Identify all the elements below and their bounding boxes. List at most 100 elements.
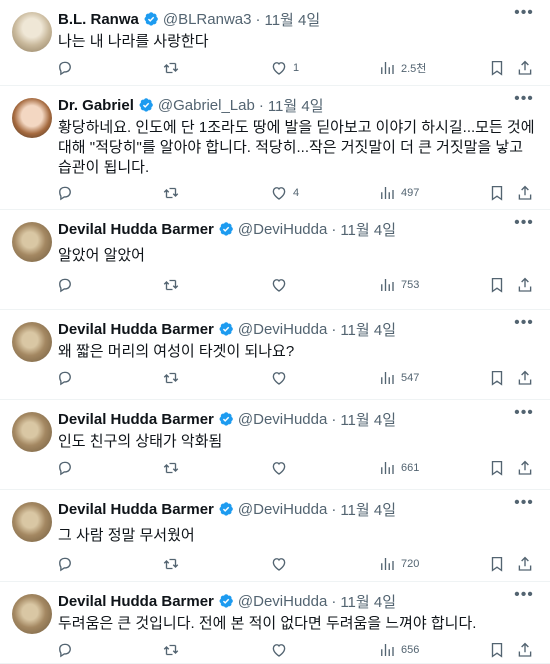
tweet-date[interactable]: 11월 4일: [340, 499, 396, 520]
retweet-button[interactable]: [162, 275, 185, 295]
tweet-date[interactable]: 11월 4일: [340, 409, 396, 430]
more-icon[interactable]: •••: [514, 405, 534, 426]
share-button[interactable]: [516, 554, 534, 574]
tweet-header: Devilal Hudda Barmer @DeviHudda · 11월 4일: [58, 319, 396, 340]
like-button[interactable]: [270, 640, 293, 660]
more-icon[interactable]: •••: [514, 91, 534, 112]
author-name[interactable]: B.L. Ranwa: [58, 11, 139, 28]
like-count: 1: [293, 62, 300, 74]
like-button[interactable]: [270, 368, 293, 388]
avatar[interactable]: [12, 594, 52, 634]
views-icon: [381, 558, 394, 570]
tweet-date[interactable]: 11월 4일: [264, 9, 320, 30]
share-button[interactable]: [516, 640, 534, 660]
views-button[interactable]: 753: [378, 275, 419, 295]
like-button[interactable]: 4: [270, 183, 299, 203]
tweet-date[interactable]: 11월 4일: [340, 591, 396, 612]
reply-button[interactable]: [56, 554, 79, 574]
views-button[interactable]: 497: [378, 183, 419, 203]
reply-button[interactable]: [56, 640, 79, 660]
more-icon[interactable]: •••: [514, 587, 534, 608]
separator-dot: ·: [331, 500, 337, 518]
author-name[interactable]: Devilal Hudda Barmer: [58, 221, 214, 238]
tweet-date[interactable]: 11월 4일: [268, 95, 324, 116]
views-button[interactable]: 547: [378, 368, 419, 388]
more-icon[interactable]: •••: [514, 315, 534, 336]
author-name[interactable]: Devilal Hudda Barmer: [58, 321, 214, 338]
like-button[interactable]: [270, 275, 293, 295]
tweet[interactable]: B.L. Ranwa @BLRanwa3 · 11월 4일 ••• 나는 내 나…: [0, 0, 550, 86]
author-handle[interactable]: @DeviHudda: [238, 321, 327, 338]
bookmark-button[interactable]: [488, 554, 506, 574]
views-button[interactable]: 656: [378, 640, 419, 660]
share-button[interactable]: [516, 58, 534, 78]
verified-badge-icon: [218, 501, 234, 517]
share-button[interactable]: [516, 275, 534, 295]
author-name[interactable]: Dr. Gabriel: [58, 97, 134, 114]
like-count: 4: [293, 187, 300, 199]
retweet-button[interactable]: [162, 368, 185, 388]
views-button[interactable]: 720: [378, 554, 419, 574]
avatar[interactable]: [12, 412, 52, 452]
author-handle[interactable]: @DeviHudda: [238, 411, 327, 428]
verified-badge-icon: [218, 593, 234, 609]
more-icon[interactable]: •••: [514, 215, 534, 236]
tweet[interactable]: Devilal Hudda Barmer @DeviHudda · 11월 4일…: [0, 582, 550, 664]
avatar[interactable]: [12, 222, 52, 262]
views-icon: [381, 644, 394, 656]
tweet[interactable]: Devilal Hudda Barmer @DeviHudda · 11월 4일…: [0, 400, 550, 490]
like-icon: [272, 644, 286, 657]
author-handle[interactable]: @BLRanwa3: [163, 11, 252, 28]
tweet[interactable]: Dr. Gabriel @Gabriel_Lab · 11월 4일 ••• 황당…: [0, 86, 550, 210]
reply-button[interactable]: [56, 368, 79, 388]
more-icon[interactable]: •••: [514, 5, 534, 26]
reply-button[interactable]: [56, 275, 79, 295]
reply-button[interactable]: [56, 458, 79, 478]
author-handle[interactable]: @Gabriel_Lab: [158, 97, 255, 114]
share-button[interactable]: [516, 183, 534, 203]
share-icon: [518, 642, 532, 657]
reply-icon: [59, 61, 71, 76]
author-name[interactable]: Devilal Hudda Barmer: [58, 501, 214, 518]
views-count: 661: [401, 462, 420, 474]
avatar[interactable]: [12, 98, 52, 138]
retweet-button[interactable]: [162, 640, 185, 660]
reply-button[interactable]: [56, 58, 79, 78]
bookmark-button[interactable]: [488, 58, 506, 78]
retweet-button[interactable]: [162, 183, 185, 203]
share-button[interactable]: [516, 368, 534, 388]
author-handle[interactable]: @DeviHudda: [238, 221, 327, 238]
tweet[interactable]: Devilal Hudda Barmer @DeviHudda · 11월 4일…: [0, 490, 550, 582]
like-button[interactable]: [270, 458, 293, 478]
author-handle[interactable]: @DeviHudda: [238, 593, 327, 610]
bookmark-button[interactable]: [488, 368, 506, 388]
avatar[interactable]: [12, 12, 52, 52]
share-button[interactable]: [516, 458, 534, 478]
views-icon: [381, 62, 394, 74]
views-button[interactable]: 661: [378, 458, 419, 478]
reply-icon: [59, 557, 71, 572]
more-icon[interactable]: •••: [514, 495, 534, 516]
author-name[interactable]: Devilal Hudda Barmer: [58, 593, 214, 610]
tweet-date[interactable]: 11월 4일: [340, 219, 396, 240]
retweet-button[interactable]: [162, 58, 185, 78]
bookmark-button[interactable]: [488, 183, 506, 203]
avatar[interactable]: [12, 322, 52, 362]
retweet-button[interactable]: [162, 554, 185, 574]
bookmark-button[interactable]: [488, 458, 506, 478]
tweet[interactable]: Devilal Hudda Barmer @DeviHudda · 11월 4일…: [0, 310, 550, 400]
tweet-date[interactable]: 11월 4일: [340, 319, 396, 340]
tweet-header: Devilal Hudda Barmer @DeviHudda · 11월 4일: [58, 219, 396, 240]
like-button[interactable]: 1: [270, 58, 299, 78]
avatar[interactable]: [12, 502, 52, 542]
author-handle[interactable]: @DeviHudda: [238, 501, 327, 518]
action-bar: 753: [0, 275, 550, 295]
bookmark-button[interactable]: [488, 275, 506, 295]
reply-button[interactable]: [56, 183, 79, 203]
bookmark-button[interactable]: [488, 640, 506, 660]
tweet[interactable]: Devilal Hudda Barmer @DeviHudda · 11월 4일…: [0, 210, 550, 310]
views-button[interactable]: 2.5천: [378, 58, 426, 78]
retweet-button[interactable]: [162, 458, 185, 478]
like-button[interactable]: [270, 554, 293, 574]
author-name[interactable]: Devilal Hudda Barmer: [58, 411, 214, 428]
